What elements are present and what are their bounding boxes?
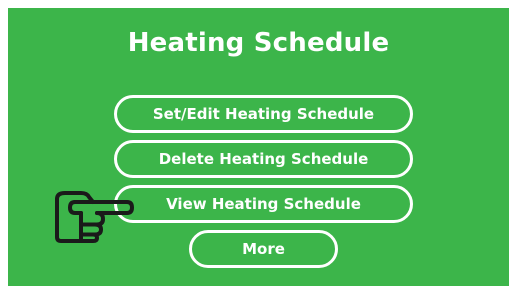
view-heating-schedule-button[interactable]: View Heating Schedule [114, 185, 413, 223]
heating-schedule-screen: Heating Schedule Set/Edit Heating Schedu… [8, 8, 509, 286]
pointing-hand-icon [55, 191, 134, 243]
set-edit-heating-schedule-button[interactable]: Set/Edit Heating Schedule [114, 95, 413, 133]
more-button[interactable]: More [189, 230, 338, 268]
page-title: Heating Schedule [127, 28, 390, 58]
delete-heating-schedule-button[interactable]: Delete Heating Schedule [114, 140, 413, 178]
